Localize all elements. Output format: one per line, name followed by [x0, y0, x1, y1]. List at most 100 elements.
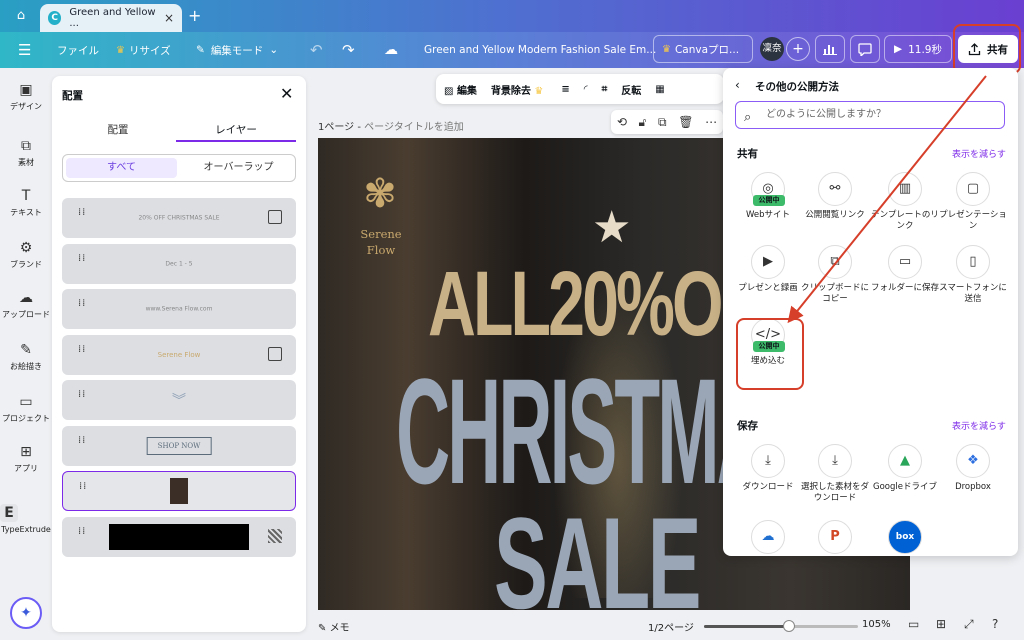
drag-handle-icon[interactable]: ⁞⁞ [78, 390, 86, 408]
share-option-presentation[interactable]: ▢ プレゼンテーション [938, 172, 1008, 232]
share-option-template[interactable]: ▥ テンプレートのリンク [870, 172, 940, 232]
rail-item-1[interactable]: ⧉ 素材 [0, 138, 52, 168]
layer-row[interactable]: ⁞⁞ ︾ [62, 380, 296, 420]
crop-icon[interactable]: ⌗ [602, 84, 608, 95]
rail-item-6[interactable]: ▭ プロジェクト [0, 394, 52, 424]
option-label: ダウンロード [742, 482, 794, 492]
file-menu-button[interactable]: ファイル [57, 32, 99, 68]
rail-item-5[interactable]: ✎ お絵描き [0, 342, 52, 372]
share-option-clipboard[interactable]: ⧉ クリップボードにコピー [800, 245, 870, 305]
pages-view-icon[interactable]: ▭ [908, 617, 919, 631]
edit-mode-button[interactable]: ✎ 編集モード ⌄ [196, 32, 278, 68]
layer-thumbnail: ︾ [172, 393, 186, 409]
star-icon[interactable]: ★ [592, 202, 631, 253]
grid-view-icon[interactable]: ⊞ [936, 617, 946, 631]
lines-icon[interactable]: ≡ [561, 84, 569, 95]
close-icon[interactable]: × [164, 11, 174, 25]
comment-icon[interactable] [850, 35, 880, 63]
transparency-icon[interactable]: ▦ [655, 84, 664, 95]
rail-item-4[interactable]: ☁ アップロード [0, 290, 52, 320]
tab-layers[interactable]: レイヤー [176, 122, 296, 137]
fullscreen-icon[interactable]: ⤢ [964, 617, 974, 632]
filter-all-button[interactable]: すべて [66, 158, 177, 178]
layer-row[interactable]: ⁞⁞ [62, 471, 296, 511]
flower-logo-icon[interactable]: ✾ [352, 166, 408, 222]
page-count[interactable]: 1/2ページ [648, 619, 694, 634]
drag-handle-icon[interactable]: ⁞⁞ [79, 482, 87, 500]
share-show-less-link[interactable]: 表示を減らす [952, 147, 1006, 160]
rotate-icon[interactable]: ⟲ [617, 115, 627, 129]
resize-button[interactable]: ♛ リサイズ [116, 32, 171, 68]
save-option-google-drive[interactable]: ▲ Googleドライブ [870, 444, 940, 493]
zoom-slider-thumb[interactable] [782, 620, 795, 632]
corner-icon[interactable]: ◜ [584, 84, 588, 95]
element-tools: ⟲ 🔓︎ ⧉ 🗑︎ ⋯ [611, 110, 723, 134]
close-icon[interactable]: ✕ [280, 84, 293, 103]
drag-handle-icon[interactable]: ⁞⁞ [78, 299, 86, 317]
drag-handle-icon[interactable]: ⁞⁞ [78, 253, 86, 272]
bg-remove-button[interactable]: 背景除去 ♛ [491, 82, 547, 97]
frame-icon [268, 210, 282, 224]
duplicate-icon[interactable]: ⧉ [658, 115, 667, 130]
design-icon: ▣ [19, 82, 33, 98]
zoom-slider[interactable] [704, 620, 858, 632]
page-label[interactable]: 1ページ - ページタイトルを追加 [318, 118, 464, 133]
layer-row[interactable]: ⁞⁞ Serene Flow [62, 334, 296, 375]
share-option-link[interactable]: ⚯ 公開閲覧リンク [800, 172, 870, 221]
drag-handle-icon[interactable]: ⁞⁞ [78, 435, 86, 454]
menu-icon[interactable]: ☰ [18, 32, 31, 68]
add-collaborator-button[interactable]: + [786, 37, 810, 61]
insights-chart-icon[interactable] [815, 35, 845, 63]
flip-button[interactable]: 反転 [621, 82, 641, 97]
save-option-powerpoint[interactable]: P [800, 520, 870, 556]
undo-icon[interactable]: ↶ [310, 32, 323, 68]
help-icon[interactable]: ? [992, 617, 998, 631]
promo-sale-text[interactable]: SALE [494, 498, 702, 610]
share-option-phone[interactable]: ▯ スマートフォンに送信 [938, 245, 1008, 305]
layer-row[interactable]: ⁞⁞ 20% OFF CHRISTMAS SALE [62, 198, 296, 238]
save-show-less-link[interactable]: 表示を減らす [952, 419, 1006, 432]
edit-image-button[interactable]: ▨ 編集 [444, 82, 477, 97]
tab-arrange[interactable]: 配置 [58, 122, 178, 137]
trash-icon[interactable]: 🗑︎ [678, 115, 693, 129]
filter-overlap-button[interactable]: オーバーラップ [183, 158, 294, 178]
layer-row[interactable]: ⁞⁞ SHOP NOW [62, 425, 296, 466]
share-option-record[interactable]: ▶ プレゼンと録画 [733, 245, 803, 294]
rail-item-8[interactable]: E TypeExtrude [0, 504, 52, 534]
document-title[interactable]: Green and Yellow Modern Fashion Sale Em.… [424, 32, 656, 68]
drag-handle-icon[interactable]: ⁞⁞ [78, 526, 86, 545]
zoom-value[interactable]: 105% [862, 619, 891, 630]
notes-button[interactable]: ✎ メモ [318, 619, 350, 634]
more-icon[interactable]: ⋯ [705, 115, 717, 129]
home-icon[interactable]: ⌂ [12, 8, 30, 24]
redo-icon[interactable]: ↷ [342, 32, 355, 68]
present-button[interactable]: ▶ 11.9秒 [884, 35, 952, 63]
save-option-box[interactable]: box [870, 520, 940, 556]
layer-row[interactable]: ⁞⁞ www.Serena Flow.com [62, 289, 296, 329]
layer-row[interactable]: ⁞⁞ [62, 516, 296, 557]
rail-item-7[interactable]: ⊞ アプリ [0, 444, 52, 474]
browser-tab[interactable]: C Green and Yellow ... × [40, 4, 182, 32]
avatar[interactable]: 凜奈 [760, 37, 784, 61]
canva-pro-button[interactable]: ♛ Canvaプロ... [653, 35, 753, 63]
drag-handle-icon[interactable]: ⁞⁞ [78, 208, 86, 226]
magic-sparkle-icon[interactable]: ✦ [10, 597, 42, 629]
save-option-onedrive[interactable]: ☁ [733, 520, 803, 556]
save-option-download-selected[interactable]: ⤓ 選択した素材をダウンロード [800, 444, 870, 504]
lock-icon[interactable]: 🔓︎ [639, 115, 647, 130]
back-chevron-icon[interactable]: ‹ [735, 78, 740, 92]
share-option-folder[interactable]: ▭ フォルダーに保存 [870, 245, 940, 294]
save-option-dropbox[interactable]: ❖ Dropbox [938, 444, 1008, 493]
share-option-website[interactable]: ◎ 公開中 Webサイト [733, 172, 803, 221]
layer-row[interactable]: ⁞⁞ Dec 1 - 5 [62, 243, 296, 284]
rail-item-2[interactable]: T テキスト [0, 188, 52, 218]
new-tab-icon[interactable]: + [188, 6, 201, 25]
onedrive-icon: ☁ [751, 520, 785, 554]
cloud-sync-icon[interactable]: ☁ [384, 32, 398, 68]
share-search-input[interactable]: ⌕ どのように公開しますか？ [735, 101, 1005, 129]
rail-item-0[interactable]: ▣ デザイン [0, 82, 52, 112]
drag-handle-icon[interactable]: ⁞⁞ [78, 344, 86, 363]
brand-name[interactable]: Serene Flow [348, 226, 414, 258]
save-option-download[interactable]: ⤓ ダウンロード [733, 444, 803, 493]
rail-item-3[interactable]: ⚙ ブランド [0, 240, 52, 270]
